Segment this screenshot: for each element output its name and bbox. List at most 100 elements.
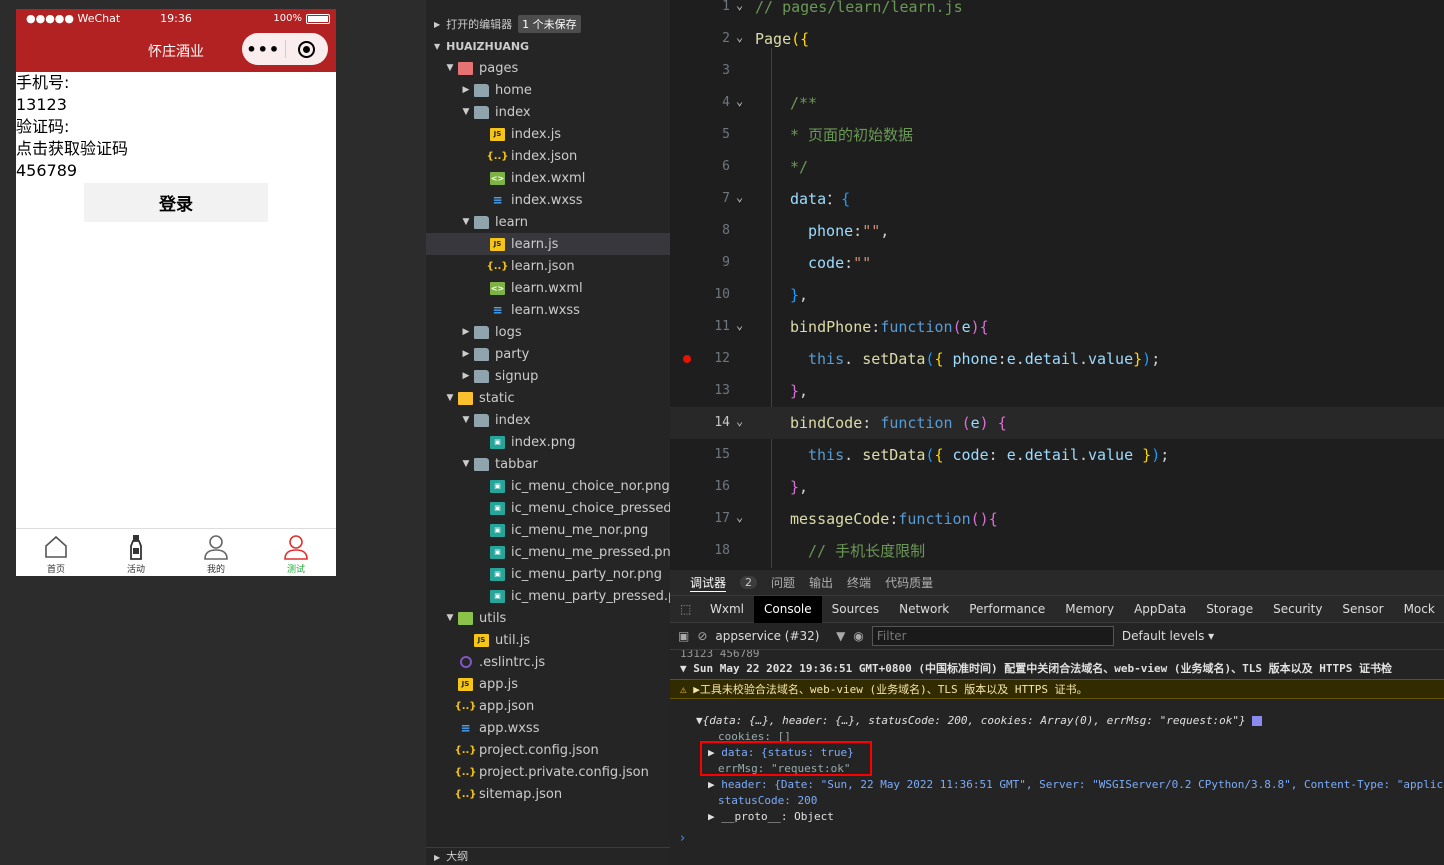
tree-item[interactable]: <> learn.wxml: [426, 277, 670, 299]
open-editors-section[interactable]: ▶ 打开的编辑器 1 个未保存: [426, 13, 670, 35]
tree-item[interactable]: ≡ index.wxss: [426, 189, 670, 211]
tree-item[interactable]: ▼ index: [426, 101, 670, 123]
devtools-tab[interactable]: 输出: [809, 574, 833, 591]
tree-item-label: ic_menu_choice_pressed.png: [511, 500, 670, 516]
login-button[interactable]: 登录: [84, 183, 268, 222]
console-tab[interactable]: Mock: [1394, 596, 1444, 623]
phone-input[interactable]: 13123: [16, 94, 336, 116]
close-miniprogram-icon[interactable]: [285, 40, 328, 58]
phone-label: 手机号:: [16, 73, 70, 92]
console-tab[interactable]: Storage: [1196, 596, 1263, 623]
context-select[interactable]: appservice (#32) ▼: [715, 629, 845, 643]
chevron-right-icon: ▶: [462, 85, 470, 95]
tree-item[interactable]: ▣ ic_menu_choice_nor.png: [426, 475, 670, 497]
tree-item-label: index.json: [511, 148, 578, 164]
tree-item[interactable]: ▣ ic_menu_me_pressed.png: [426, 541, 670, 563]
console-prompt[interactable]: ›: [680, 831, 685, 846]
line-number: 1: [722, 0, 730, 14]
tree-item[interactable]: JS util.js: [426, 629, 670, 651]
tree-item[interactable]: JS learn.js: [426, 233, 670, 255]
console-tab[interactable]: Console: [754, 595, 822, 623]
console-tab[interactable]: Memory: [1055, 596, 1124, 623]
tree-item-label: sitemap.json: [479, 786, 563, 802]
tree-item[interactable]: .eslintrc.js: [426, 651, 670, 673]
log-proto[interactable]: ▶ __proto__: Object: [670, 809, 1444, 825]
tree-item[interactable]: ▼ learn: [426, 211, 670, 233]
tree-item[interactable]: JS index.js: [426, 123, 670, 145]
chevron-down-icon[interactable]: ⌄: [736, 85, 743, 117]
project-section[interactable]: ▼ HUAIZHUANG: [426, 35, 670, 57]
tree-item[interactable]: ▣ ic_menu_party_nor.png: [426, 563, 670, 585]
devtools-tab[interactable]: 调试器: [690, 574, 727, 592]
tree-item[interactable]: {..} sitemap.json: [426, 783, 670, 805]
folder-icon: [474, 105, 489, 119]
eye-icon[interactable]: ◉: [853, 629, 863, 643]
tree-item[interactable]: ≡ app.wxss: [426, 717, 670, 739]
filter-input[interactable]: [871, 626, 1114, 646]
code-editor[interactable]: 1 ⌄// pages/learn/learn.js 2 ⌄ Page({3 4 ⌄/** 5…: [670, 0, 1444, 570]
tab-test[interactable]: 测试: [256, 529, 336, 576]
tree-item[interactable]: ▼ index: [426, 409, 670, 431]
chevron-down-icon[interactable]: ⌄: [736, 405, 743, 437]
count-badge: 2: [740, 576, 758, 589]
tree-item[interactable]: ▶ signup: [426, 365, 670, 387]
line-number: 10: [714, 287, 730, 302]
code-input[interactable]: 456789: [16, 160, 336, 182]
console-tab[interactable]: Network: [889, 596, 959, 623]
outline-section[interactable]: ▶ 大纲: [426, 847, 670, 865]
chevron-down-icon[interactable]: ⌄: [736, 309, 743, 341]
console-tab[interactable]: Performance: [959, 596, 1055, 623]
console-tab[interactable]: AppData: [1124, 596, 1196, 623]
log-header[interactable]: ▶ header: {Date: "Sun, 22 May 2022 11:36…: [670, 777, 1444, 793]
line-number: 14: [714, 415, 730, 430]
console-tab[interactable]: Sensor: [1332, 596, 1393, 623]
tab-home[interactable]: 首页: [16, 529, 96, 576]
tree-item[interactable]: ▼ static: [426, 387, 670, 409]
tree-item[interactable]: ▣ index.png: [426, 431, 670, 453]
clear-console-icon[interactable]: ⊘: [697, 629, 707, 643]
chevron-down-icon[interactable]: ⌄: [736, 501, 743, 533]
tree-item[interactable]: ▶ party: [426, 343, 670, 365]
console-tab[interactable]: Sources: [822, 596, 889, 623]
sidebar-toggle-icon[interactable]: ▣: [678, 629, 689, 643]
get-code-link[interactable]: 点击获取验证码: [16, 138, 336, 160]
log-response-object[interactable]: ▼{data: {…}, header: {…}, statusCode: 20…: [670, 713, 1444, 729]
tree-item[interactable]: ▣ ic_menu_party_pressed.png: [426, 585, 670, 607]
chevron-down-icon[interactable]: ⌄: [736, 181, 743, 213]
tree-item[interactable]: JS app.js: [426, 673, 670, 695]
tree-item[interactable]: ▼ tabbar: [426, 453, 670, 475]
tree-item[interactable]: ▣ ic_menu_me_nor.png: [426, 519, 670, 541]
tree-item[interactable]: {..} project.private.config.json: [426, 761, 670, 783]
tree-item[interactable]: ≡ learn.wxss: [426, 299, 670, 321]
tab-activity[interactable]: 活动: [96, 529, 176, 576]
user-icon: [284, 535, 308, 560]
js-file-icon: JS: [490, 237, 505, 251]
tree-item[interactable]: ▶ home: [426, 79, 670, 101]
tree-item[interactable]: {..} learn.json: [426, 255, 670, 277]
line-number: 18: [714, 543, 730, 558]
tab-mine[interactable]: 我的: [176, 529, 256, 576]
tree-item[interactable]: ▼ pages: [426, 57, 670, 79]
tree-item[interactable]: ▣ ic_menu_choice_pressed.png: [426, 497, 670, 519]
tree-item[interactable]: <> index.wxml: [426, 167, 670, 189]
tree-item-label: index: [495, 412, 531, 428]
code-line: 8 phone:"",: [670, 215, 1444, 247]
inspect-icon[interactable]: ⬚: [670, 596, 700, 623]
more-icon[interactable]: •••: [242, 40, 285, 59]
wxss-file-icon: ≡: [460, 721, 471, 735]
breakpoint-icon[interactable]: [683, 355, 691, 363]
console-tab[interactable]: Security: [1263, 596, 1332, 623]
tree-item[interactable]: ▼ utils: [426, 607, 670, 629]
tree-item[interactable]: {..} project.config.json: [426, 739, 670, 761]
tree-item[interactable]: {..} app.json: [426, 695, 670, 717]
devtools-tab[interactable]: 终端: [847, 574, 871, 591]
devtools-tab[interactable]: 问题: [771, 574, 795, 591]
tree-item[interactable]: {..} index.json: [426, 145, 670, 167]
tree-item[interactable]: ▶ logs: [426, 321, 670, 343]
levels-select[interactable]: Default levels ▾: [1122, 629, 1214, 643]
chevron-down-icon[interactable]: ⌄: [736, 21, 743, 53]
log-group[interactable]: ▼ Sun May 22 2022 19:36:51 GMT+0800 (中国标…: [670, 659, 1444, 679]
console-tab[interactable]: Wxml: [700, 596, 754, 623]
devtools-tab[interactable]: 代码质量: [885, 574, 933, 591]
chevron-down-icon[interactable]: ⌄: [736, 0, 743, 21]
